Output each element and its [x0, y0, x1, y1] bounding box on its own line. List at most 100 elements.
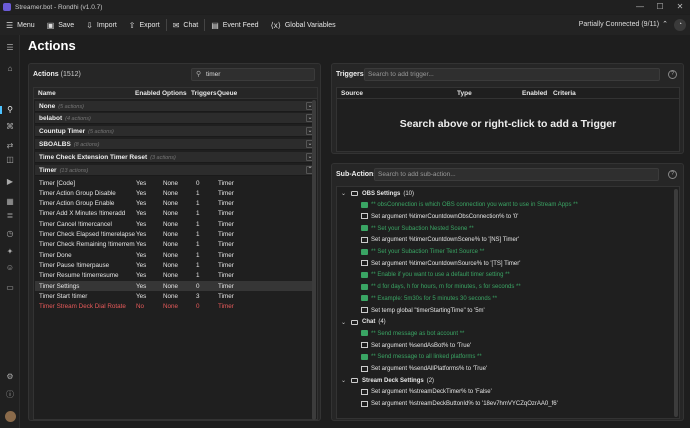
menu-event-feed-button[interactable]: ▤ Event Feed [205, 15, 264, 35]
subactions-scrollbar[interactable] [674, 189, 678, 417]
cell-enabled: Yes [136, 200, 147, 208]
queue-icon[interactable]: ≣ [3, 209, 17, 223]
subaction-item[interactable]: ** Send message to all linked platforms … [337, 353, 671, 363]
menu-item-label: Save [58, 21, 75, 29]
column-header-enabled[interactable]: Enabled [135, 90, 160, 97]
menu-item-label: Export [139, 21, 160, 29]
chevron-down-icon[interactable]: ⌄ [341, 319, 346, 326]
table-row[interactable]: Timer Stream Deck Dial Rotate No None 0 Time… [35, 302, 316, 312]
actions-scrollbar[interactable] [312, 100, 316, 420]
table-row[interactable]: Timer Add X Minutes !timeradd Yes None 1 Tim… [35, 209, 316, 219]
trigger-column-type[interactable]: Type [457, 90, 472, 97]
hamburger-icon[interactable]: ☰ [3, 41, 17, 55]
save-icon: ▣ [46, 20, 55, 30]
subaction-item[interactable]: Set argument %timerCountdownSource% to '… [337, 259, 671, 269]
avatar[interactable] [5, 411, 16, 422]
subaction-item[interactable]: ** Set your Subaction Nested Scene ** [337, 224, 671, 234]
user-icon[interactable]: ◔ [674, 19, 686, 31]
subaction-item[interactable]: Set argument %sendAsBot% to 'True' [337, 341, 671, 351]
subaction-group[interactable]: ⌄ Chat (4) [337, 318, 671, 328]
menu-import-button[interactable]: ⇩ Import [80, 15, 123, 35]
table-row[interactable]: Timer Check Elapsed !timerelapsed Yes None… [35, 230, 316, 240]
subaction-item[interactable]: Set argument %timerCountdownScene% to '[… [337, 236, 671, 246]
home-icon[interactable]: ⌂ [3, 62, 17, 76]
actions-icon[interactable]: ⚲ [0, 103, 17, 117]
table-row[interactable]: Timer Settings Yes None 0 Timer [35, 281, 316, 292]
info-icon[interactable]: ⓘ [3, 388, 17, 402]
column-header-queue[interactable]: Queue [217, 90, 237, 97]
table-row[interactable]: Timer Check Remaining !timerremainingYes… [35, 240, 316, 250]
users-icon[interactable]: ☺ [3, 261, 17, 275]
subaction-group-label: Chat (4) [362, 319, 386, 325]
subaction-text: Set argument %timerCountdownScene% to '[… [371, 237, 520, 244]
commands-icon[interactable]: ⌘ [3, 120, 17, 134]
table-row[interactable]: Timer Start !timer Yes None 3 Timer [35, 291, 316, 301]
cell-queue: Timer [218, 220, 234, 228]
actions-search-input[interactable]: ⚲ timer [191, 68, 315, 81]
subactions-help-icon[interactable]: ? [668, 170, 677, 179]
subaction-item[interactable]: Set argument %streamDeckButtonId% to '18… [337, 400, 671, 410]
subaction-search-input[interactable]: Search to add sub-action... [374, 168, 659, 181]
menu-export-button[interactable]: ⇧ Export [123, 15, 166, 35]
action-group-row[interactable]: None (5 actions) ⌄ [35, 101, 316, 112]
close-button[interactable]: ✕ [670, 0, 690, 14]
integrations-icon[interactable]: ◫ [3, 153, 17, 167]
subaction-item[interactable]: Set argument %timerCountdownObsConnectio… [337, 212, 671, 222]
triggers-help-icon[interactable]: ? [668, 70, 677, 79]
action-group-row[interactable]: Countup Timer (5 actions) ⌄ [35, 126, 316, 137]
subaction-item[interactable]: ** d for days, h for hours, m for minute… [337, 283, 671, 293]
table-row[interactable]: Timer Done Yes None 1 Timer [35, 250, 316, 260]
subaction-item[interactable]: ** Enable if you want to use a default t… [337, 271, 671, 281]
servers-icon[interactable]: ⇄ [3, 139, 17, 153]
menu-item-label: Event Feed [222, 21, 259, 29]
subaction-item[interactable]: Set argument %sendAllPlatforms% to 'True… [337, 365, 671, 375]
table-row[interactable]: Timer Action Group Enable Yes None 1 Timer [35, 199, 316, 209]
action-group-row[interactable]: SBOALBS (8 actions) ⌄ [35, 139, 316, 150]
credits-icon[interactable]: ✦ [3, 245, 17, 259]
group-action-count: (8 actions) [73, 142, 100, 148]
subaction-item[interactable]: ** Set your Subaction Timer Text Source … [337, 248, 671, 258]
menu-save-button[interactable]: ▣ Save [41, 15, 81, 35]
menu-menu-button[interactable]: ☰ Menu [0, 15, 41, 35]
triggers-table[interactable]: Source Type Enabled Criteria Search above o… [336, 87, 680, 152]
maximize-button[interactable]: ☐ [650, 0, 670, 14]
subaction-item[interactable]: Set temp global "timerStartingTime" to '… [337, 306, 671, 316]
trigger-column-criteria[interactable]: Criteria [553, 90, 576, 97]
subaction-item[interactable]: Set argument %streamDeckTimer% to 'False… [337, 388, 671, 398]
chevron-down-icon[interactable]: ⌄ [341, 377, 346, 384]
cell-triggers: 1 [196, 200, 200, 208]
trigger-column-source[interactable]: Source [341, 90, 363, 97]
action-group-row[interactable]: Time Check Extension Timer Reset (3 actio… [35, 152, 316, 163]
menu-chat-button[interactable]: ✉ Chat [167, 15, 205, 35]
platform-icon[interactable]: ▶ [3, 175, 17, 189]
table-row[interactable]: Timer Pause !timerpause Yes None 1 Timer [35, 260, 316, 270]
table-row[interactable]: Timer [Code] Yes None 0 Timer [35, 178, 316, 188]
trigger-search-input[interactable]: Search to add trigger... [364, 68, 660, 81]
actions-table-header: Name Enabled Options Triggers Queue [34, 88, 317, 99]
connection-status[interactable]: Partially Connected (9/11) ⌃ [579, 15, 668, 35]
subaction-group[interactable]: ⌄ Stream Deck Settings (2) [337, 376, 671, 386]
cell-triggers: 0 [196, 282, 200, 290]
table-row[interactable]: Timer Resume !timerresume Yes None 1 Timer [35, 271, 316, 281]
subaction-item[interactable]: ** Send message as bot account ** [337, 329, 671, 339]
chevron-up-icon: ⌃ [662, 21, 668, 28]
streamdeck-icon[interactable]: ▦ [3, 195, 17, 209]
logs-icon[interactable]: ▭ [3, 281, 17, 295]
timers-icon[interactable]: ◷ [3, 227, 17, 241]
subaction-group[interactable]: ⌄ OBS Settings (10) [337, 189, 671, 199]
action-group-row[interactable]: belabot (4 actions) ⌄ [35, 113, 316, 124]
subaction-item[interactable]: ** Example: 5m30s for 5 minutes 30 secon… [337, 294, 671, 304]
table-row[interactable]: Timer Action Group Disable Yes None 1 Timer [35, 188, 316, 198]
action-group-row[interactable]: Timer (13 actions) ⌃ [35, 165, 316, 176]
column-header-triggers[interactable]: Triggers [191, 90, 217, 97]
group-count: (2) [426, 377, 435, 384]
subaction-item[interactable]: ** obsConnection is which OBS connection… [337, 201, 671, 211]
settings-icon[interactable]: ⚙ [3, 370, 17, 384]
column-header-options[interactable]: Options [162, 90, 187, 97]
chevron-down-icon[interactable]: ⌄ [341, 190, 346, 197]
table-row[interactable]: Timer Cancel !timercancel Yes None 1 Timer [35, 219, 316, 229]
menu-global-variables-button[interactable]: ⟨x⟩ Global Variables [265, 15, 342, 35]
minimize-button[interactable]: — [630, 0, 650, 14]
trigger-column-enabled[interactable]: Enabled [522, 90, 547, 97]
column-header-name[interactable]: Name [38, 90, 56, 97]
